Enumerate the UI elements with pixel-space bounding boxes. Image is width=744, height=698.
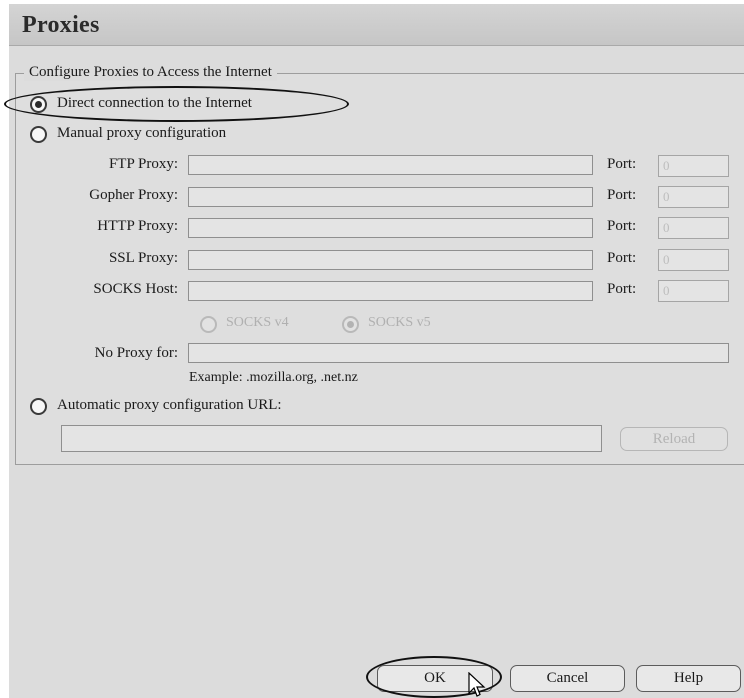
- socks-host-label: SOCKS Host:: [93, 281, 178, 297]
- socks-v5-label: SOCKS v5: [368, 315, 431, 330]
- ftp-proxy-input[interactable]: [188, 155, 593, 175]
- gopher-port-label: Port:: [607, 187, 637, 203]
- mouse-cursor-icon: [468, 672, 486, 697]
- highlight-ellipse: [4, 86, 349, 122]
- ftp-port-label: Port:: [607, 156, 637, 172]
- no-proxy-example: Example: .mozilla.org, .net.nz: [189, 370, 358, 385]
- ftp-port-input[interactable]: 0: [658, 155, 729, 177]
- socks-v4-label: SOCKS v4: [226, 315, 289, 330]
- socks-port-label: Port:: [607, 281, 637, 297]
- manual-proxy-radio[interactable]: [30, 126, 47, 143]
- socks-v4-radio[interactable]: [200, 316, 217, 333]
- http-proxy-input[interactable]: [188, 218, 593, 238]
- gopher-port-input[interactable]: 0: [658, 186, 729, 208]
- ssl-proxy-label: SSL Proxy:: [108, 250, 178, 266]
- gopher-proxy-input[interactable]: [188, 187, 593, 207]
- http-port-input[interactable]: 0: [658, 217, 729, 239]
- ssl-proxy-input[interactable]: [188, 250, 593, 270]
- http-proxy-label: HTTP Proxy:: [97, 218, 178, 234]
- page-title: Proxies: [22, 12, 100, 38]
- reload-button[interactable]: Reload: [620, 427, 728, 451]
- title-bar: [9, 4, 744, 46]
- cancel-button[interactable]: Cancel: [510, 665, 625, 692]
- socks-host-input[interactable]: [188, 281, 593, 301]
- no-proxy-label: No Proxy for:: [94, 345, 178, 361]
- no-proxy-input[interactable]: [188, 343, 729, 363]
- auto-proxy-label: Automatic proxy configuration URL:: [57, 397, 282, 413]
- ssl-port-input[interactable]: 0: [658, 249, 729, 271]
- group-label: Configure Proxies to Access the Internet: [24, 64, 277, 81]
- help-button[interactable]: Help: [636, 665, 741, 692]
- http-port-label: Port:: [607, 218, 637, 234]
- socks-v5-radio[interactable]: [342, 316, 359, 333]
- auto-proxy-radio[interactable]: [30, 398, 47, 415]
- manual-proxy-label: Manual proxy configuration: [57, 125, 227, 141]
- gopher-proxy-label: Gopher Proxy:: [89, 187, 178, 203]
- ssl-port-label: Port:: [607, 250, 637, 266]
- auto-proxy-url-input[interactable]: [61, 425, 602, 452]
- socks-port-input[interactable]: 0: [658, 280, 729, 302]
- ftp-proxy-label: FTP Proxy:: [108, 156, 178, 172]
